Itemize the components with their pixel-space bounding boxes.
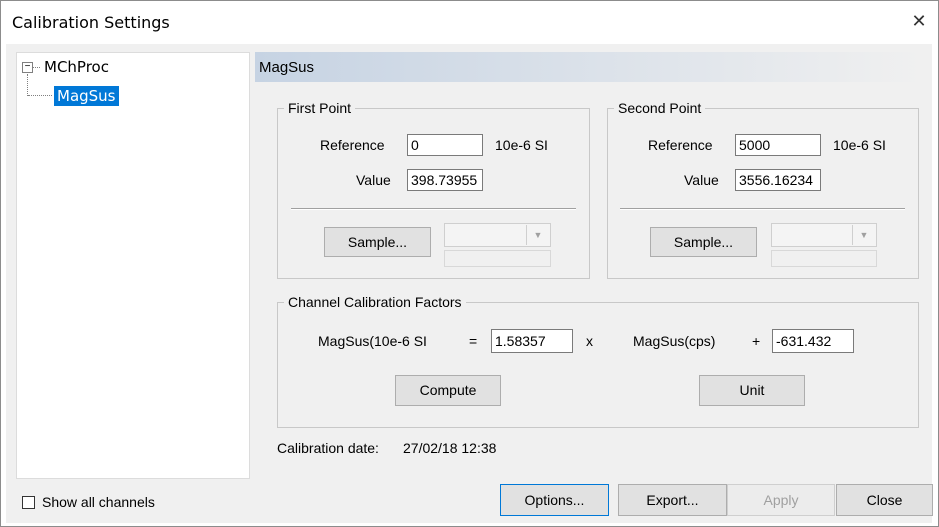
collapse-icon[interactable]: − [22, 62, 33, 73]
export-button[interactable]: Export... [618, 484, 727, 516]
first-reference-unit: 10e-6 SI [495, 137, 548, 153]
second-dropdown-arrow-icon[interactable]: ▼ [852, 225, 875, 245]
panel-header-title: MagSus [259, 59, 315, 76]
second-point-separator [620, 208, 905, 210]
first-value-label: Value [356, 172, 391, 188]
first-sample-button[interactable]: Sample... [324, 227, 431, 257]
output-channel-label: MagSus(10e-6 SI [318, 333, 427, 349]
multiplier-input[interactable]: 1.58357 [491, 329, 573, 353]
close-icon[interactable]: ✕ [906, 8, 932, 34]
show-all-channels-label[interactable]: Show all channels [42, 494, 155, 510]
times-sign: x [586, 333, 593, 349]
second-point-title: Second Point [614, 100, 706, 116]
second-sample-info [771, 250, 877, 267]
channel-tree[interactable] [16, 52, 250, 479]
first-value-input[interactable]: 398.73955 [407, 169, 483, 191]
tree-item-magsus[interactable]: MagSus [54, 86, 119, 106]
tree-connector [27, 74, 28, 96]
calibration-factors-title: Channel Calibration Factors [284, 294, 466, 310]
unit-button[interactable]: Unit [699, 375, 805, 406]
second-reference-unit: 10e-6 SI [833, 137, 886, 153]
dialog-title: Calibration Settings [12, 13, 170, 32]
equals-sign: = [469, 333, 478, 349]
tree-connector [28, 95, 52, 96]
options-button[interactable]: Options... [500, 484, 609, 516]
close-button[interactable]: Close [836, 484, 933, 516]
calibration-factors-group [277, 302, 919, 428]
input-channel-label: MagSus(cps) [633, 333, 716, 349]
second-sample-button[interactable]: Sample... [650, 227, 757, 257]
offset-input[interactable]: -631.432 [772, 329, 854, 353]
tree-connector [33, 67, 40, 68]
apply-button[interactable]: Apply [727, 484, 835, 516]
second-value-input[interactable]: 3556.16234 [735, 169, 821, 191]
first-point-title: First Point [284, 100, 356, 116]
first-reference-label: Reference [320, 137, 385, 153]
plus-sign: + [752, 333, 761, 349]
first-point-separator [291, 208, 576, 210]
panel-header [255, 52, 924, 82]
first-dropdown-arrow-icon[interactable]: ▼ [526, 225, 549, 245]
calibration-date-label: Calibration date: [277, 440, 379, 456]
first-reference-input[interactable]: 0 [407, 134, 483, 156]
second-reference-input[interactable]: 5000 [735, 134, 821, 156]
show-all-channels-checkbox[interactable] [22, 496, 35, 509]
calibration-date-value: 27/02/18 12:38 [403, 440, 497, 456]
second-value-label: Value [684, 172, 719, 188]
first-sample-info [444, 250, 551, 267]
second-reference-label: Reference [648, 137, 713, 153]
compute-button[interactable]: Compute [395, 375, 501, 406]
tree-item-mchproc[interactable]: MChProc [44, 58, 109, 76]
